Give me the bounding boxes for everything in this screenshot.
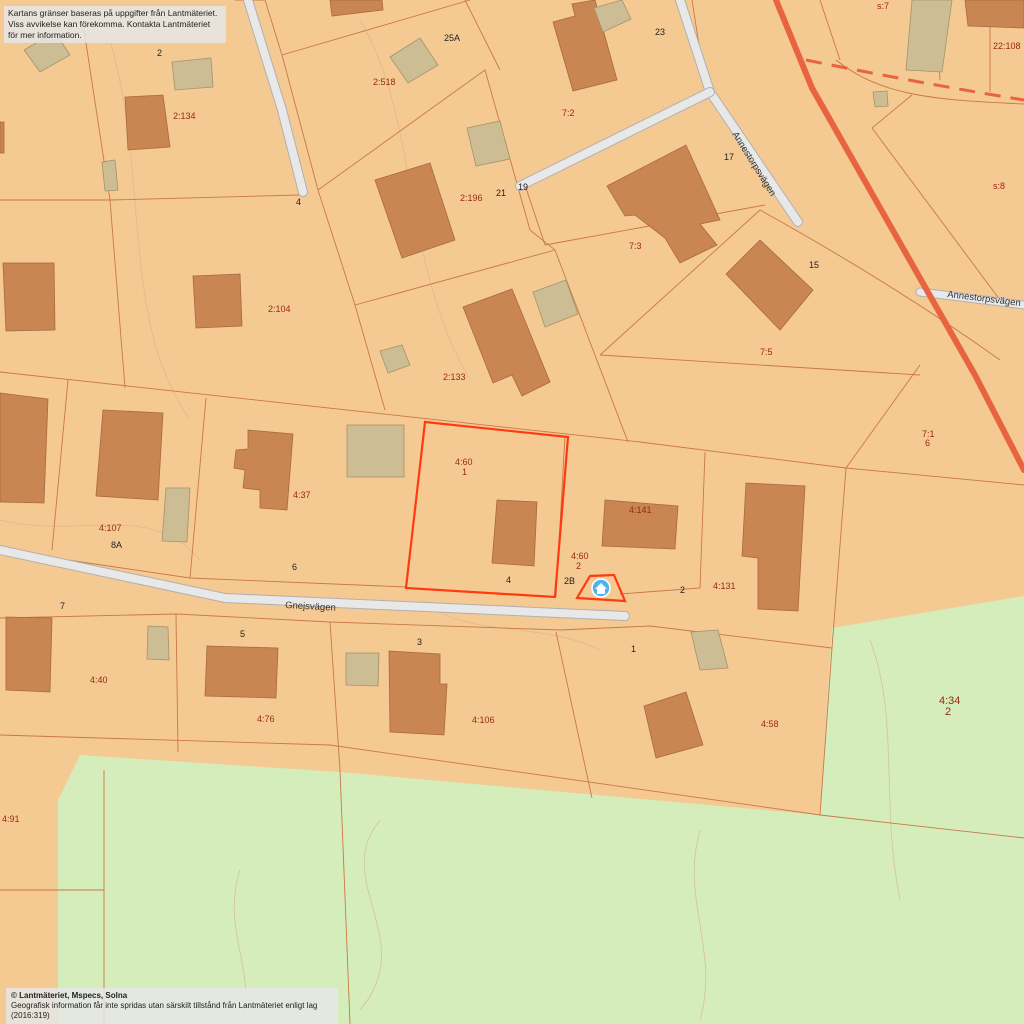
address-number: 23 xyxy=(655,27,665,37)
copyright-line1: © Lantmäteriet, Mspecs, Solna xyxy=(11,991,128,1000)
address-number: 2B xyxy=(564,576,575,586)
boundary-notice-line1: Kartans gränser baseras på uppgifter frå… xyxy=(8,8,218,18)
address-number: 25A xyxy=(444,33,460,43)
address-number: 3 xyxy=(417,637,422,647)
parcel-label: 22:108 xyxy=(993,41,1021,51)
parcel-label: 7:2 xyxy=(562,108,575,118)
green-area-east xyxy=(820,596,1024,838)
address-number: 21 xyxy=(496,188,506,198)
address-number: 8A xyxy=(111,540,122,550)
parcel-label: 4:60 xyxy=(571,551,589,561)
copyright-line2: Geografisk information får inte spridas … xyxy=(11,1001,318,1020)
boundary-notice: Kartans gränser baseras på uppgifter frå… xyxy=(4,6,226,43)
home-marker-icon[interactable] xyxy=(591,578,611,598)
address-number: 17 xyxy=(724,152,734,162)
parcel-label: 4:40 xyxy=(90,675,108,685)
parcel-label: 4:107 xyxy=(99,523,122,533)
parcel-label: 4:37 xyxy=(293,490,311,500)
parcel-sub-number: 6 xyxy=(925,438,930,448)
copyright-notice: © Lantmäteriet, Mspecs, Solna Geografisk… xyxy=(6,988,338,1024)
address-number: 7 xyxy=(60,601,65,611)
parcel-label: 7:5 xyxy=(760,347,773,357)
address-number: 1 xyxy=(631,644,636,654)
parcel-label: 2:196 xyxy=(460,193,483,203)
map-canvas[interactable]: Gnejsvägen Annestorpsvägen Annestorpsväg… xyxy=(0,0,1024,1024)
parcel-label: 4:60 xyxy=(455,457,473,467)
parcel-label: 4:141 xyxy=(629,505,652,515)
parcel-label: 7:3 xyxy=(629,241,642,251)
parcel-sub-number: 2 xyxy=(945,706,951,718)
parcel-sub-number: 2 xyxy=(576,561,581,571)
address-number: 4 xyxy=(506,575,511,585)
parcel-label: 2:518 xyxy=(373,77,396,87)
parcel-label: 4:131 xyxy=(713,581,736,591)
parcel-label: 4:91 xyxy=(2,814,20,824)
address-number: 2 xyxy=(680,585,685,595)
address-number: 19 xyxy=(518,182,528,192)
parcel-label: 4:76 xyxy=(257,714,275,724)
parcel-label: 2:133 xyxy=(443,372,466,382)
parcel-sub-number: 1 xyxy=(462,467,467,477)
parcel-label: s:7 xyxy=(877,1,889,11)
parcel-label: 2:104 xyxy=(268,304,291,314)
address-number: 2 xyxy=(157,48,162,58)
address-number: 15 xyxy=(809,260,819,270)
boundary-notice-line2: Viss avvikelse kan förekomma. Kontakta L… xyxy=(8,19,211,40)
parcel-label: 4:58 xyxy=(761,719,779,729)
parcel-label: 2:134 xyxy=(173,111,196,121)
address-number: 5 xyxy=(240,629,245,639)
address-number: 4 xyxy=(296,197,301,207)
parcel-label: s:8 xyxy=(993,181,1005,191)
address-number: 6 xyxy=(292,562,297,572)
parcel-label: 4:106 xyxy=(472,715,495,725)
